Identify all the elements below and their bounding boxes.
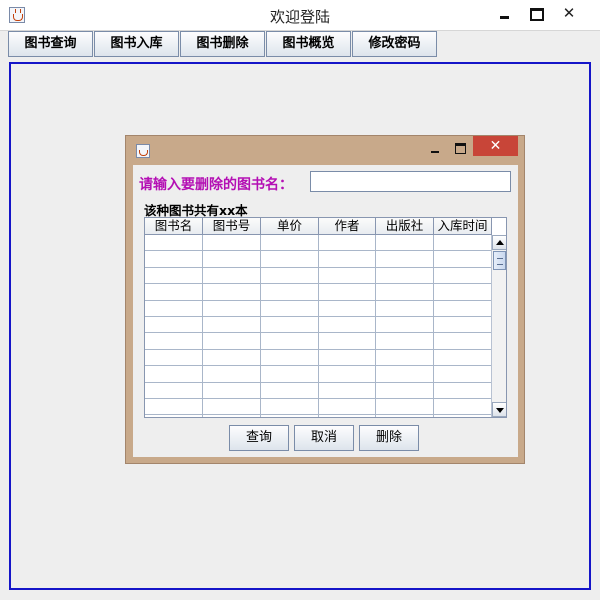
query-button[interactable]: 查询 xyxy=(229,425,289,451)
table-vertical-scrollbar[interactable] xyxy=(491,235,506,417)
close-icon: ✕ xyxy=(562,4,576,22)
cancel-button[interactable]: 取消 xyxy=(294,425,354,451)
change-password-button[interactable]: 修改密码 xyxy=(352,31,437,57)
column-header-stock-in-time[interactable]: 入库时间 xyxy=(434,218,492,235)
book-name-input[interactable] xyxy=(310,171,511,192)
column-divider xyxy=(318,235,319,417)
column-header-price[interactable]: 单价 xyxy=(261,218,319,235)
frame-close-button[interactable]: ✕ xyxy=(473,136,518,156)
column-header-publisher[interactable]: 出版社 xyxy=(376,218,434,235)
column-header-book-name[interactable]: 图书名 xyxy=(145,218,203,235)
column-divider xyxy=(375,235,376,417)
frame-maximize-button[interactable] xyxy=(450,140,474,158)
maximize-icon xyxy=(455,143,466,154)
column-divider xyxy=(433,235,434,417)
close-button[interactable]: ✕ xyxy=(550,3,588,25)
java-app-icon xyxy=(136,144,150,158)
delete-book-internal-frame[interactable]: ✕ 请输入要删除的图书名： 该种图书共有xx本 图书名 图书号 单价 作者 出版… xyxy=(125,135,525,464)
scroll-up-arrow-icon[interactable] xyxy=(492,235,506,250)
book-query-button[interactable]: 图书查询 xyxy=(8,31,93,57)
close-icon: ✕ xyxy=(489,138,502,154)
frame-minimize-button[interactable] xyxy=(425,140,449,158)
minimize-button[interactable] xyxy=(490,3,520,25)
book-delete-button[interactable]: 图书删除 xyxy=(180,31,265,57)
scroll-thumb[interactable] xyxy=(493,251,506,270)
minimize-icon xyxy=(500,16,509,19)
table-header: 图书名 图书号 单价 作者 出版社 入库时间 xyxy=(145,218,492,235)
column-divider xyxy=(202,235,203,417)
book-overview-button[interactable]: 图书概览 xyxy=(266,31,351,57)
delete-prompt-label: 请输入要删除的图书名： xyxy=(139,177,293,193)
frame-content: 请输入要删除的图书名： 该种图书共有xx本 图书名 图书号 单价 作者 出版社 … xyxy=(133,165,518,457)
column-divider xyxy=(260,235,261,417)
book-table[interactable]: 图书名 图书号 单价 作者 出版社 入库时间 xyxy=(144,217,507,418)
delete-button[interactable]: 删除 xyxy=(359,425,419,451)
maximize-icon xyxy=(530,8,544,21)
title-bar: 欢迎登陆 ✕ xyxy=(0,0,600,31)
book-stock-in-button[interactable]: 图书入库 xyxy=(94,31,179,57)
column-header-author[interactable]: 作者 xyxy=(319,218,376,235)
maximize-button[interactable] xyxy=(521,3,551,25)
scroll-down-arrow-icon[interactable] xyxy=(492,402,506,417)
column-header-book-id[interactable]: 图书号 xyxy=(203,218,261,235)
table-body xyxy=(145,235,492,417)
minimize-icon xyxy=(431,151,439,153)
